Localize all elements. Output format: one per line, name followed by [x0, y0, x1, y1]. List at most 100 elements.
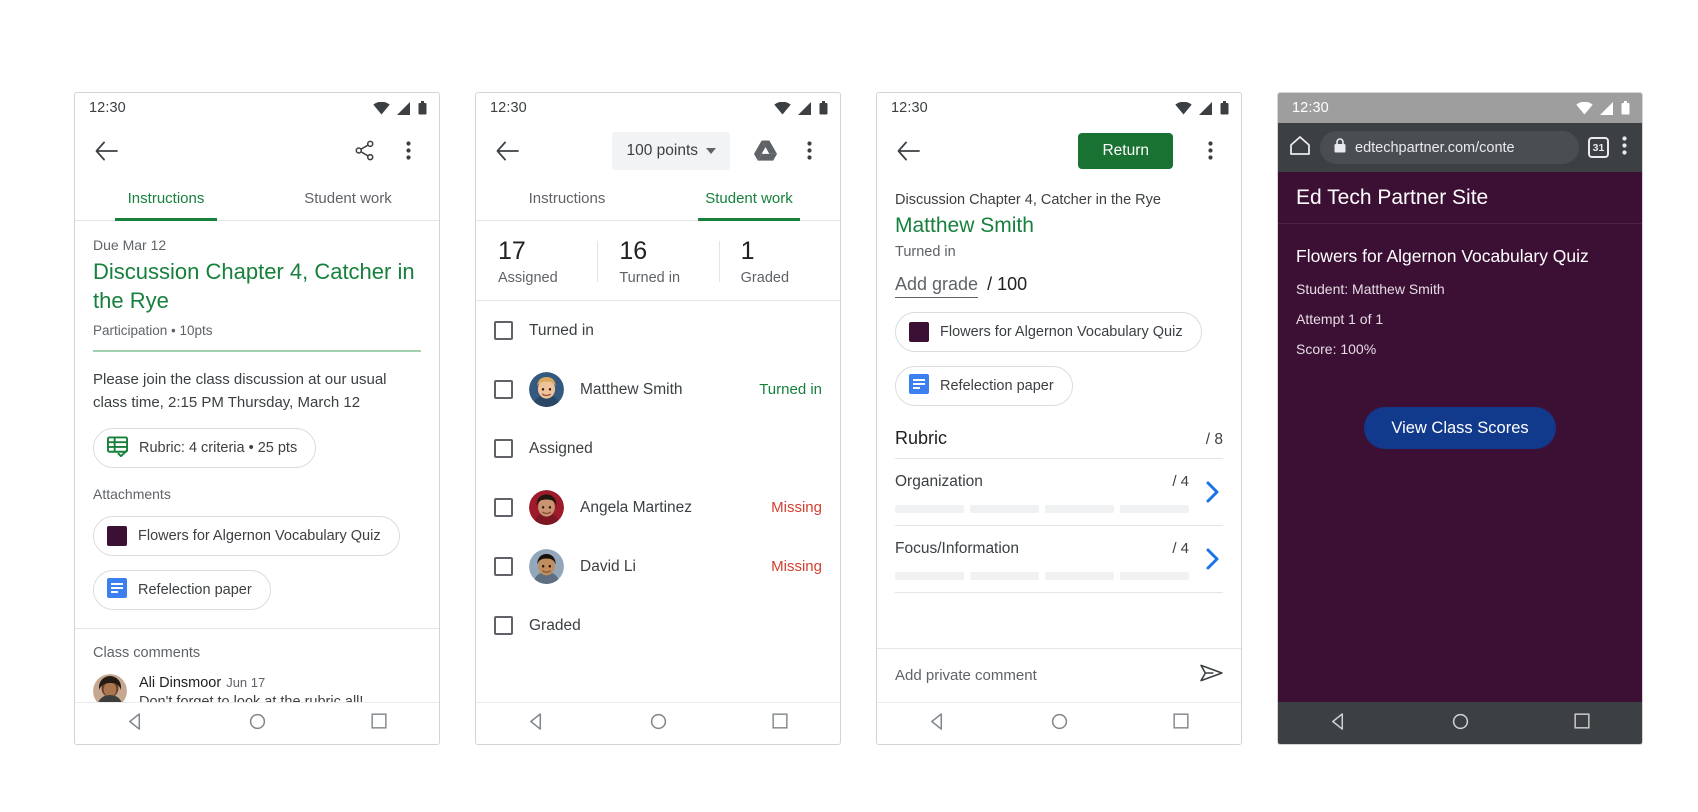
green-rule: [93, 350, 421, 353]
back-button[interactable]: [89, 134, 123, 168]
stat-graded[interactable]: 1 Graded: [718, 237, 840, 286]
stat-assigned[interactable]: 17 Assigned: [476, 237, 597, 286]
group-header-turned-in[interactable]: Turned in: [476, 301, 840, 360]
battery-icon: [418, 101, 427, 115]
more-options-icon[interactable]: [1618, 135, 1631, 160]
detail-attempt: Attempt 1 of 1: [1296, 311, 1384, 327]
nav-recents-icon[interactable]: [772, 713, 788, 734]
class-comments-section: Class comments Ali DinsmoorJun 17 Don't …: [75, 645, 439, 702]
status-badge: Missing: [771, 558, 822, 575]
checkbox[interactable]: [494, 616, 513, 635]
back-button[interactable]: [490, 134, 524, 168]
rubric-icon: [107, 436, 128, 461]
attachment-chip-reflection[interactable]: Refelection paper: [93, 570, 271, 611]
points-label: 100 points: [626, 141, 698, 159]
nav-home-icon[interactable]: [249, 713, 266, 735]
level-bar: [1045, 572, 1114, 580]
nav-home-icon[interactable]: [1452, 713, 1469, 735]
instructions-content: Due Mar 12 Discussion Chapter 4, Catcher…: [75, 237, 439, 611]
chevron-right-icon[interactable]: [1205, 547, 1221, 571]
student-row-angela[interactable]: Angela Martinez Missing: [476, 478, 840, 537]
grade-input[interactable]: Add grade: [895, 274, 979, 298]
back-button[interactable]: [891, 134, 925, 168]
checkbox[interactable]: [494, 557, 513, 576]
phone-1-assignment-instructions: 12:30 Instructions Student work Due Mar …: [74, 92, 440, 745]
share-icon[interactable]: [347, 134, 381, 168]
phone-2-student-work: 12:30 100 points Instructions Student wo…: [475, 92, 841, 745]
private-comment-input[interactable]: Add private comment: [895, 667, 1190, 684]
tab-student-work[interactable]: Student work: [257, 178, 439, 220]
nav-back-icon[interactable]: [528, 712, 545, 735]
nav-recents-icon[interactable]: [371, 713, 387, 734]
address-bar[interactable]: edtechpartner.com/conte: [1320, 131, 1579, 164]
wifi-icon: [774, 101, 791, 115]
group-header-assigned[interactable]: Assigned: [476, 419, 840, 478]
rubric-criterion-organization[interactable]: Organization / 4: [895, 459, 1223, 526]
more-options-icon[interactable]: [792, 134, 826, 168]
rubric-chip[interactable]: Rubric: 4 criteria • 25 pts: [93, 428, 317, 469]
group-label: Turned in: [529, 321, 594, 339]
home-icon[interactable]: [1289, 135, 1311, 161]
tab-instructions[interactable]: Instructions: [75, 178, 257, 221]
grading-body: Discussion Chapter 4, Catcher in the Rye…: [877, 178, 1241, 648]
view-class-scores-button[interactable]: View Class Scores: [1364, 407, 1556, 449]
purple-square-icon: [107, 526, 127, 547]
attachment-chip-reflection[interactable]: Refelection paper: [895, 366, 1073, 406]
assignment-name: Discussion Chapter 4, Catcher in the Rye: [895, 192, 1161, 208]
group-header-graded[interactable]: Graded: [476, 596, 840, 655]
send-icon[interactable]: [1200, 664, 1223, 687]
chevron-down-icon: [706, 147, 716, 154]
level-bar: [970, 572, 1039, 580]
nav-back-icon[interactable]: [929, 712, 946, 735]
attachment-chip-quiz[interactable]: Flowers for Algernon Vocabulary Quiz: [895, 312, 1202, 352]
student-name: Matthew Smith: [580, 380, 683, 398]
points-dropdown[interactable]: 100 points: [612, 131, 730, 170]
detail-score: Score: 100%: [1296, 341, 1377, 357]
status-bar: 12:30: [877, 93, 1241, 123]
checkbox[interactable]: [494, 439, 513, 458]
nav-home-icon[interactable]: [1051, 713, 1068, 735]
attachment-chip-quiz[interactable]: Flowers for Algernon Vocabulary Quiz: [93, 516, 400, 557]
checkbox[interactable]: [494, 498, 513, 517]
criterion-levels: [895, 572, 1223, 580]
student-row-david[interactable]: David Li Missing: [476, 537, 840, 596]
nav-home-icon[interactable]: [650, 713, 667, 735]
avatar: [93, 674, 127, 702]
android-nav-bar: [1278, 702, 1642, 744]
grade-entry[interactable]: Add grade / 100: [895, 274, 1223, 298]
status-icons: [774, 101, 828, 115]
stat-turned-in[interactable]: 16 Turned in: [597, 237, 718, 286]
more-options-icon[interactable]: [391, 134, 425, 168]
private-comment-bar[interactable]: Add private comment: [877, 648, 1241, 702]
avatar: [529, 490, 564, 525]
rubric-criterion-focus-information[interactable]: Focus/Information / 4: [895, 526, 1223, 593]
status-badge: Missing: [771, 499, 822, 516]
grading-content: Discussion Chapter 4, Catcher in the Rye…: [877, 192, 1241, 593]
comment-item: Ali DinsmoorJun 17 Don't forget to look …: [93, 674, 421, 702]
cta-wrapper: View Class Scores: [1296, 407, 1624, 449]
tab-student-work[interactable]: Student work: [658, 178, 840, 221]
student-row-matthew[interactable]: Matthew Smith Turned in: [476, 360, 840, 419]
tab-instructions[interactable]: Instructions: [476, 178, 658, 220]
stat-caption: Turned in: [619, 270, 681, 286]
chevron-right-icon[interactable]: [1205, 480, 1221, 504]
status-clock: 12:30: [490, 100, 527, 116]
tab-count-button[interactable]: 31: [1588, 137, 1609, 158]
status-badge: Turned in: [759, 381, 822, 398]
google-drive-icon[interactable]: [748, 134, 782, 168]
nav-back-icon[interactable]: [1330, 712, 1347, 735]
checkbox[interactable]: [494, 380, 513, 399]
nav-recents-icon[interactable]: [1173, 713, 1189, 734]
nav-back-icon[interactable]: [127, 712, 144, 735]
page-heading: Flowers for Algernon Vocabulary Quiz: [1296, 246, 1589, 266]
nav-recents-icon[interactable]: [1574, 713, 1590, 734]
return-button[interactable]: Return: [1078, 132, 1173, 169]
stat-number: 1: [740, 237, 755, 265]
url-text: edtechpartner.com/conte: [1355, 139, 1515, 156]
app-toolbar: [75, 123, 439, 178]
status-bar: 12:30: [1278, 93, 1642, 123]
more-options-icon[interactable]: [1193, 134, 1227, 168]
checkbox[interactable]: [494, 321, 513, 340]
web-page: Ed Tech Partner Site Flowers for Algerno…: [1278, 172, 1642, 702]
avatar: [529, 372, 564, 407]
